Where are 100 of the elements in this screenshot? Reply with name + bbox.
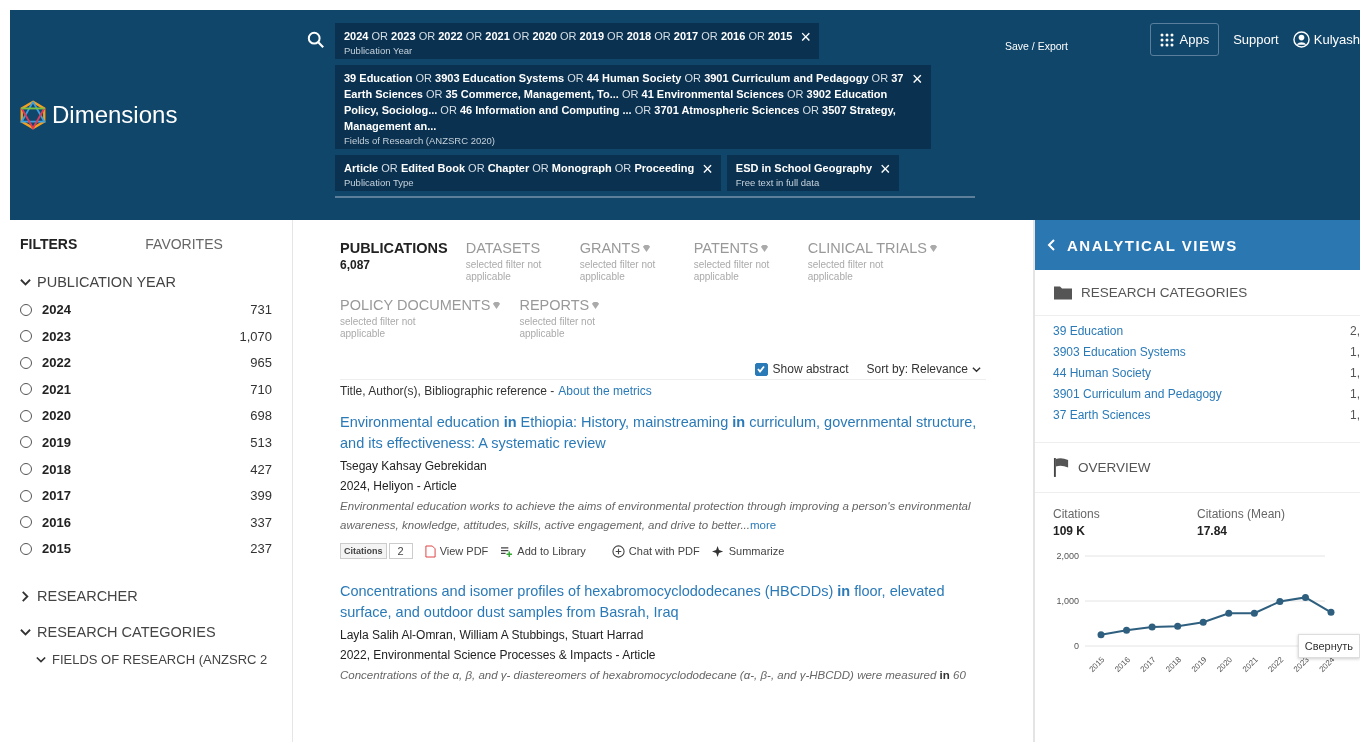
sidebar-tab[interactable]: FAVORITES [145,236,223,252]
filter-type-label: Free text in full data [735,177,821,188]
filter-option-label: 2022 [42,355,72,371]
filter-section-header[interactable]: RESEARCH CATEGORIES [20,624,272,641]
chevron-right-icon [20,590,31,602]
panel-title: RESEARCH CATEGORIES [1081,285,1248,300]
data-point [1199,618,1207,626]
filter-chip[interactable]: ESD in School Geography Free text in full data × [726,155,899,191]
filter-terms: 39 Education OR 3903 Education Systems OR 44 Human Society OR 3901 Curriculum and Pedagogy OR 37 Earth Sciences OR 35 Commerce, Management, To... OR 41 Environmental Sciences OR 3902 Education Policy, Sociolog... OR 46 Information and Computing ... OR 3701 Atmospheric Sciences OR 3507 Strategy, Management an... [344,71,904,134]
filter-option-label: 2018 [42,461,72,477]
show-abstract-checkbox[interactable]: Show abstract [754,362,849,376]
filter-option-count: 513 [250,434,272,450]
logo-text[interactable]: Dimensions [52,101,178,129]
filter-type-label: Publication Year [344,45,414,56]
filter-section-header[interactable]: RESEARCHER [20,588,272,605]
y-axis-label: 0 [1074,641,1079,651]
search-icon[interactable] [307,31,325,49]
apps-button[interactable]: Apps [1149,23,1220,56]
sort-dropdown[interactable]: Sort by: Relevance [866,362,981,376]
data-point [1097,631,1105,639]
filter-terms: ESD in School Geography [735,161,873,176]
result-action-button[interactable]: Chat with PDF [611,544,700,558]
hexagon-logo-icon [18,100,48,130]
result-source: 2024, Heliyon - Article [340,478,458,494]
chevron-down-icon [20,626,31,638]
filter-type-label: Publication Type [344,177,415,188]
grid-icon [1159,32,1174,47]
filter-option-label: 2021 [42,381,72,397]
filter-option-label: 2024 [42,302,72,317]
result-action-button[interactable]: View PDF [424,544,489,558]
category-link[interactable]: 44 Human Society [1053,366,1152,380]
result-authors: Layla Salih Al-Omran, William A Stubbings, Stuart Harrad [340,627,645,643]
chevron-down-icon [36,654,46,665]
filter-chip[interactable] [335,65,931,149]
close-button[interactable]: × [880,160,891,178]
support-link[interactable]: Support [1233,32,1279,47]
chat-icon [611,544,625,558]
filter-option-label: 2020 [42,408,72,424]
category-link[interactable]: 3903 Education Systems [1053,345,1186,359]
result-action-button[interactable]: Summarize [711,544,785,558]
filter-option-count: 965 [250,355,272,371]
result-title-link[interactable]: Concentrations and isomer profiles of hexabromocyclododecanes (HBCDDs) in floor, elevated surface, and outdoor dust samples from Basrah, Iraq [340,581,986,623]
filter-option-label: 2019 [42,434,72,450]
filter-option-count: 337 [250,514,272,530]
stat-value: 17.84 [1197,524,1229,538]
result-abstract: Environmental education works to achieve the aims of environmental protection through improving a person's environmental awareness, knowledge, attitudes, skills, active engagement, and drive to better...more [340,499,972,533]
filter-subsection-header[interactable]: FIELDS OF RESEARCH (ANZSRC 2 [36,652,272,668]
data-point [1123,626,1131,634]
checkbox[interactable] [754,362,768,376]
user-menu[interactable]: Kulyash [1292,31,1360,48]
caret-icon [972,364,981,374]
category-count: 1, [1350,366,1360,380]
content-type-tab[interactable]: PUBLICATIONS 6,087 [340,240,448,283]
filter-type-label: Fields of Research (ANZSRC 2020) [344,135,496,146]
close-button[interactable]: × [702,160,713,178]
sparkle-icon [711,544,725,558]
stat-label: Citations (Mean) [1197,507,1287,521]
filter-chip[interactable]: 2024 OR 2023 OR 2022 OR 2021 OR 2020 OR 2019 OR 2018 OR 2017 OR 2016 OR 2015 Publication Year × [335,23,819,59]
filter-option-label: 2016 [42,514,72,530]
result-authors: Tsegay Kahsay Gebrekidan [340,458,488,474]
filter-chip[interactable]: Article OR Edited Book OR Chapter OR Monograph OR Proceeding Publication Type × [335,155,721,191]
category-count: 2, [1350,324,1360,338]
filter-option-count: 710 [250,381,272,397]
sidebar-tab[interactable]: FILTERS [20,236,78,252]
data-point [1276,597,1284,605]
pdf-icon [424,544,436,558]
category-link[interactable]: 39 Education [1053,324,1124,338]
panel-title: OVERVIEW [1078,460,1151,475]
stat-value: 109 K [1053,524,1087,538]
filter-option-count: 698 [250,408,272,424]
filter-option-count: 731 [250,302,272,317]
result-abstract: Concentrations of the α, β, and γ- diastereomers of hexabromocyclododecane (α-, β-, and γ-HBCDD) were measured in 60 [340,668,967,683]
flag-icon [1053,457,1070,478]
collapse-tooltip[interactable]: Свернуть [1297,634,1360,658]
filter-section-header[interactable]: PUBLICATION YEAR [20,274,272,290]
stat-label: Citations [1053,507,1101,521]
close-button[interactable]: × [912,70,923,88]
chevron-down-icon [20,276,31,288]
save-export-link[interactable]: Save / Export [1005,34,1069,52]
filter-option-count: 399 [250,488,272,504]
more-link[interactable]: more [749,519,777,531]
category-link[interactable]: 3901 Curriculum and Pedagogy [1053,387,1222,401]
category-link[interactable]: 37 Earth Sciences [1053,408,1151,422]
result-source: 2022, Environmental Science Processes & Impacts - Article [340,647,657,663]
chevron-left-icon [1047,239,1055,251]
add-to-list-icon [500,545,514,557]
data-point [1148,623,1156,631]
data-point [1225,609,1233,617]
close-button[interactable]: × [800,28,811,46]
category-count: 1, [1350,345,1360,359]
y-axis-label: 1,000 [1056,596,1079,606]
result-action-button[interactable]: Add to Library [500,545,586,557]
folder-icon [1053,284,1073,301]
about-metrics-link[interactable]: About the metrics [558,384,652,398]
result-title-link[interactable]: Environmental education in Ethiopia: History, mainstreaming in curriculum, governmental structure, and its effectiveness: A systematic review [340,412,986,454]
y-axis-label: 2,000 [1056,551,1079,561]
category-count: 1, [1350,408,1360,422]
analytical-views-header[interactable]: ANALYTICAL VIEWS [1035,220,1360,270]
filter-option-label: 2017 [42,488,72,504]
data-point [1250,609,1258,617]
